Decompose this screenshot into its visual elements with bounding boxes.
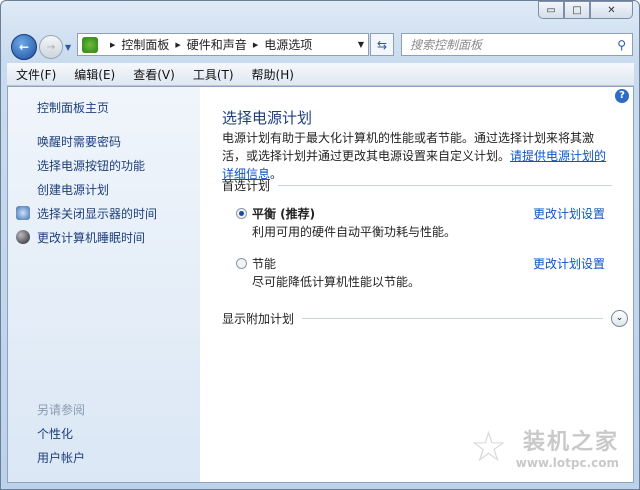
breadcrumb-control-panel[interactable]: 控制面板 (121, 36, 169, 53)
change-plan-settings-link[interactable]: 更改计划设置 (533, 255, 605, 272)
page-title: 选择电源计划 (222, 109, 313, 127)
breadcrumb-power-options[interactable]: 电源选项 (264, 36, 312, 53)
sidebar-link-display-off[interactable]: 选择关闭显示器的时间 (37, 205, 157, 222)
see-also-heading: 另请参阅 (37, 403, 86, 417)
sidebar-link-personalization[interactable]: 个性化 (37, 425, 73, 442)
maximize-button[interactable]: □ (564, 1, 590, 19)
plan-description: 利用可用的硬件自动平衡功耗与性能。 (252, 225, 457, 239)
show-additional-plans[interactable]: 显示附加计划 ⌄ (222, 310, 628, 327)
additional-plans-label: 显示附加计划 (222, 312, 295, 326)
chevron-right-icon[interactable]: ▶ (253, 41, 258, 49)
help-icon[interactable]: ? (615, 89, 629, 103)
plan-balanced-radio[interactable] (236, 208, 247, 219)
back-button[interactable]: ← (11, 34, 37, 60)
recent-pages-dropdown[interactable]: ▼ (65, 43, 71, 52)
address-dropdown-icon[interactable]: ▼ (358, 40, 364, 49)
menu-tools[interactable]: 工具(T) (184, 66, 243, 83)
sidebar-link-wake-password[interactable]: 唤醒时需要密码 (37, 133, 121, 150)
watermark-title: 装机之家 (522, 430, 619, 455)
divider (278, 185, 612, 186)
section-heading: 首选计划 (222, 179, 271, 193)
plan-power-saver-radio[interactable] (236, 258, 247, 269)
window: ▭ □ ✕ ← → ▼ ▶ 控制面板 ▶ 硬件和声音 ▶ 电源选项 ▼ ⇆ 搜索… (0, 0, 640, 490)
sidebar-home-link[interactable]: 控制面板主页 (37, 99, 109, 116)
star-logo-icon: ☆ (469, 422, 508, 471)
divider (302, 318, 603, 319)
chevron-right-icon[interactable]: ▶ (175, 41, 180, 49)
breadcrumb-hardware-sound[interactable]: 硬件和声音 (187, 36, 247, 53)
plan-description: 尽可能降低计算机性能以节能。 (252, 275, 421, 289)
change-plan-settings-link[interactable]: 更改计划设置 (533, 205, 605, 222)
minimize-button[interactable]: ▭ (538, 1, 564, 19)
sidebar-link-power-buttons[interactable]: 选择电源按钮的功能 (37, 157, 145, 174)
watermark: ☆ 装机之家 www.lotpc.com (470, 422, 619, 471)
address-bar[interactable]: ▶ 控制面板 ▶ 硬件和声音 ▶ 电源选项 ▼ (77, 33, 369, 56)
search-icon[interactable]: ⚲ (617, 38, 626, 52)
sidebar: 控制面板主页 唤醒时需要密码 选择电源按钮的功能 创建电源计划 选择关闭显示器的… (8, 87, 200, 482)
sleep-moon-icon (16, 230, 30, 244)
page-description: 电源计划有助于最大化计算机的性能或者节能。通过选择计划来将其激活，或选择计划并通… (222, 129, 612, 183)
sidebar-link-sleep[interactable]: 更改计算机睡眠时间 (37, 229, 145, 246)
chevron-right-icon[interactable]: ▶ (110, 41, 115, 49)
menu-view[interactable]: 查看(V) (124, 66, 184, 83)
menu-file[interactable]: 文件(F) (7, 66, 65, 83)
menu-help[interactable]: 帮助(H) (243, 66, 303, 83)
forward-button[interactable]: → (39, 35, 63, 59)
sidebar-link-user-accounts[interactable]: 用户帐户 (37, 449, 85, 466)
plan-name[interactable]: 节能 (252, 255, 276, 272)
plan-name[interactable]: 平衡 (推荐) (252, 205, 315, 222)
content-area: 控制面板主页 唤醒时需要密码 选择电源按钮的功能 创建电源计划 选择关闭显示器的… (7, 86, 634, 483)
close-button[interactable]: ✕ (590, 1, 633, 19)
main-panel: ? 选择电源计划 电源计划有助于最大化计算机的性能或者节能。通过选择计划来将其激… (222, 87, 633, 482)
watermark-url: www.lotpc.com (515, 456, 619, 470)
refresh-button[interactable]: ⇆ (370, 33, 394, 56)
menu-edit[interactable]: 编辑(E) (65, 66, 124, 83)
control-panel-icon (82, 36, 98, 53)
chevron-down-icon[interactable]: ⌄ (611, 310, 628, 327)
display-clock-icon (16, 206, 30, 220)
menu-bar: 文件(F) 编辑(E) 查看(V) 工具(T) 帮助(H) (7, 63, 634, 86)
preferred-plans-section: 首选计划 (222, 177, 612, 194)
search-input[interactable]: 搜索控制面板 ⚲ (401, 33, 633, 56)
sidebar-link-create-plan[interactable]: 创建电源计划 (37, 181, 109, 198)
search-placeholder: 搜索控制面板 (410, 38, 483, 52)
